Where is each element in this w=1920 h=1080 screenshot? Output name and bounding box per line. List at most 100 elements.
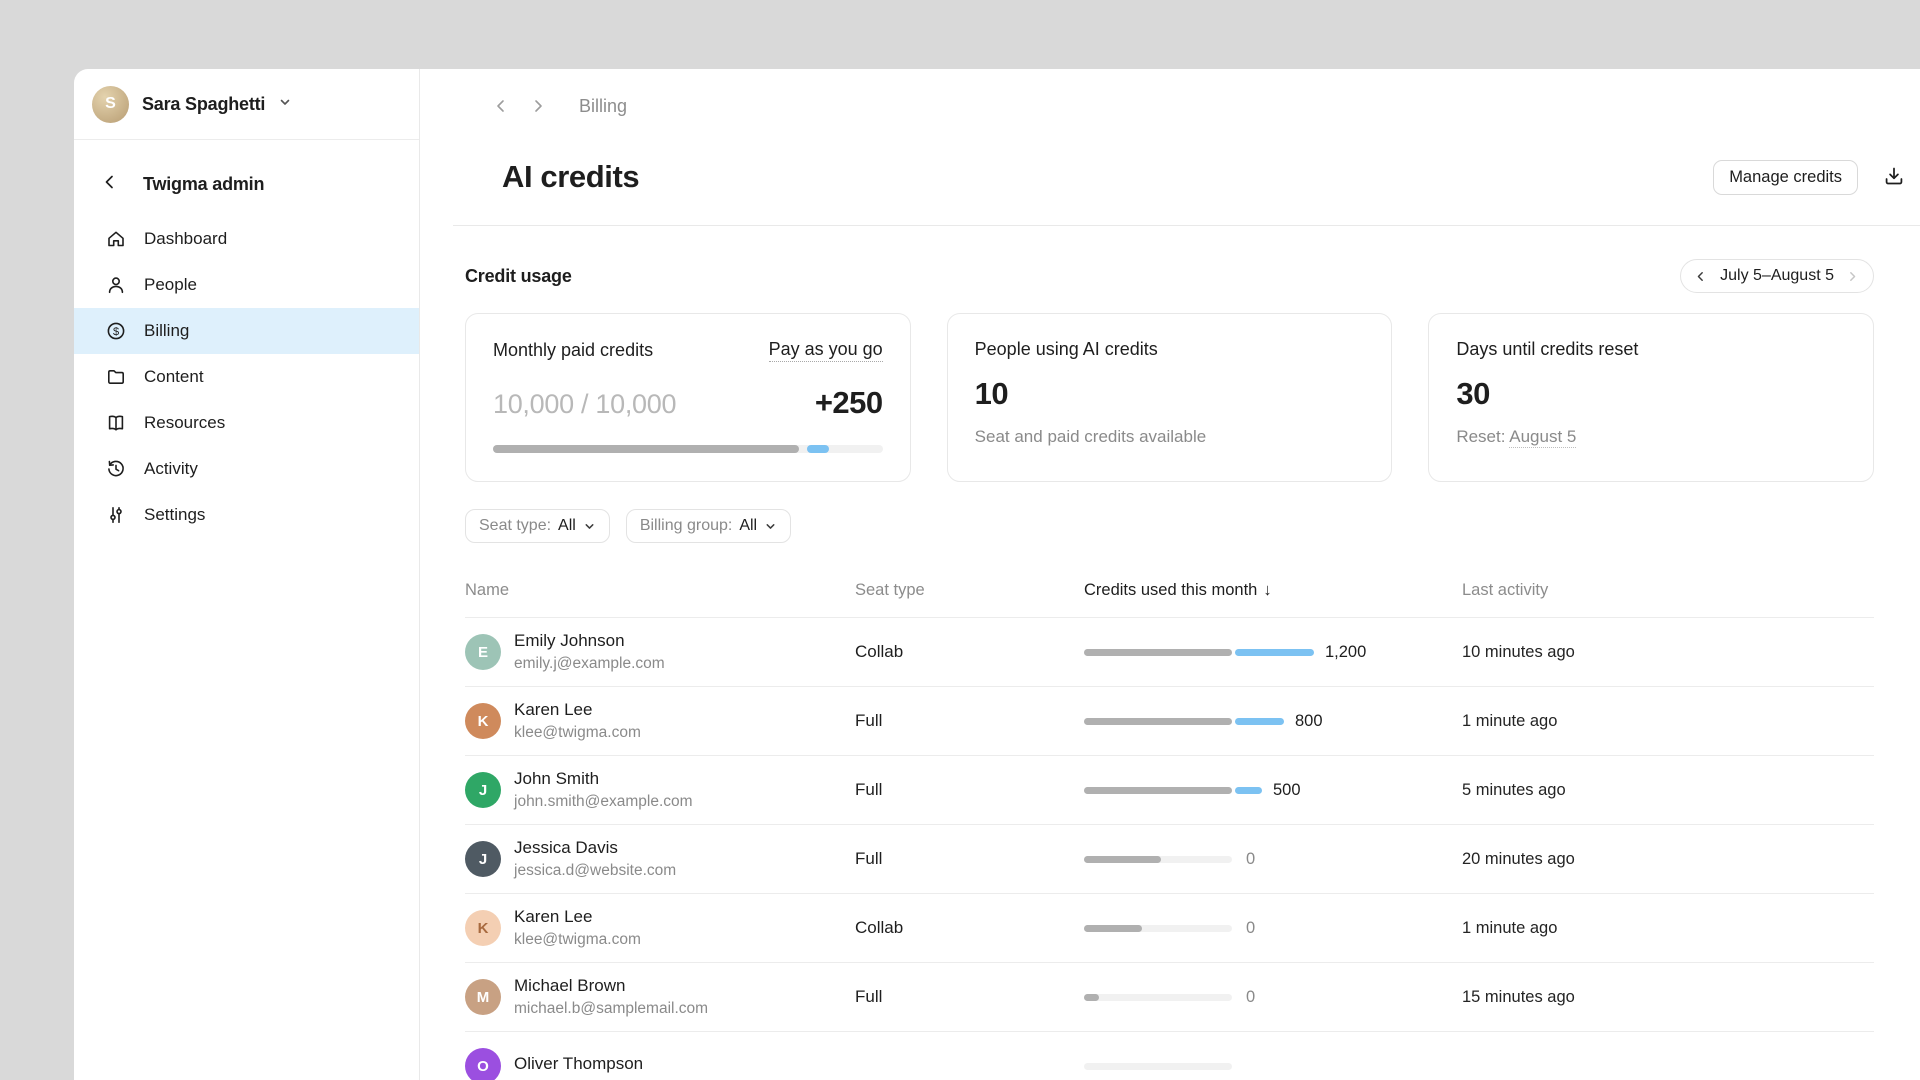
user-email: klee@twigma.com [514, 931, 641, 949]
credits-bar-seat-fill [1084, 787, 1232, 794]
card-days-until-reset: Days until credits reset 30 Reset: Augus… [1428, 313, 1874, 482]
pay-as-you-go-link[interactable]: Pay as you go [769, 339, 883, 362]
sidebar-item-content[interactable]: Content [74, 354, 419, 400]
sidebar-item-billing[interactable]: $ Billing [74, 308, 419, 354]
card-monthly-paid-credits: Monthly paid credits Pay as you go 10,00… [465, 313, 911, 482]
billing-group-filter[interactable]: Billing group: All [626, 509, 791, 543]
date-range-label: July 5–August 5 [1720, 267, 1834, 285]
table-row[interactable]: K Karen Lee klee@twigma.com Full [465, 687, 1874, 756]
user-name: Emily Johnson [514, 631, 665, 651]
sidebar-item-resources[interactable]: Resources [74, 400, 419, 446]
sidebar-item-label: Content [144, 367, 204, 387]
workspace-back-button[interactable]: Twigma admin [74, 162, 419, 206]
avatar: O [465, 1048, 501, 1080]
people-count: 10 [975, 376, 1365, 412]
progress-fill [493, 445, 799, 453]
progress-paygo-segment [807, 445, 828, 453]
seat-type: Collab [855, 918, 1084, 938]
credits-usage-ratio: 10,000 / 10,000 [493, 389, 676, 420]
table-row[interactable]: E Emily Johnson emily.j@example.com Coll… [465, 618, 1874, 687]
seat-type: Full [855, 711, 1084, 731]
card-subtext: Seat and paid credits available [975, 427, 1365, 447]
credits-bar [1084, 925, 1232, 932]
reset-date-link[interactable]: August 5 [1509, 427, 1576, 448]
page-title: AI credits [502, 159, 639, 195]
card-people-using-credits: People using AI credits 10 Seat and paid… [947, 313, 1393, 482]
app-window: S Sara Spaghetti Twigma admin Dashboard [74, 69, 1920, 1080]
chevron-right-icon[interactable] [1846, 269, 1860, 283]
nav-back-icon[interactable] [493, 97, 511, 115]
chevron-down-icon [278, 95, 292, 114]
chevron-left-icon [101, 173, 123, 195]
credits-bar [1084, 994, 1232, 1001]
credits-bar [1084, 856, 1232, 863]
chevron-left-icon[interactable] [1694, 269, 1708, 283]
user-name: Karen Lee [514, 907, 641, 927]
user-email: jessica.d@website.com [514, 862, 676, 880]
table-header: Name Seat type Credits used this month↓ … [465, 581, 1874, 618]
table-body: E Emily Johnson emily.j@example.com Coll… [465, 618, 1874, 1080]
person-icon [105, 274, 127, 296]
credits-bar-paid-segment [1235, 787, 1262, 794]
nav-forward-icon[interactable] [530, 97, 548, 115]
credits-bar-seat-fill [1084, 649, 1232, 656]
filter-label: Seat type: [479, 517, 551, 535]
user-email: john.smith@example.com [514, 793, 693, 811]
credits-bar-paid-segment [1235, 649, 1314, 656]
table-row[interactable]: K Karen Lee klee@twigma.com Collab [465, 894, 1874, 963]
main-content: Billing AI credits Manage credits Credit… [420, 69, 1920, 1080]
breadcrumb-label: Billing [579, 96, 627, 117]
credits-bar [1084, 787, 1232, 794]
user-name: Jessica Davis [514, 838, 676, 858]
folder-icon [105, 366, 127, 388]
sidebar-item-activity[interactable]: Activity [74, 446, 419, 492]
column-last-activity[interactable]: Last activity [1462, 581, 1874, 600]
credits-bar [1084, 718, 1232, 725]
credits-bar-seat-fill [1084, 856, 1161, 863]
last-activity: 5 minutes ago [1462, 781, 1874, 800]
avatar: M [465, 979, 501, 1015]
seat-type: Collab [855, 642, 1084, 662]
avatar: K [465, 910, 501, 946]
avatar: K [465, 703, 501, 739]
user-email: klee@twigma.com [514, 724, 641, 742]
filter-label: Billing group: [640, 517, 733, 535]
column-name[interactable]: Name [465, 581, 855, 600]
sidebar-item-people[interactable]: People [74, 262, 419, 308]
book-icon [105, 412, 127, 434]
svg-text:$: $ [113, 326, 119, 338]
column-credits-used[interactable]: Credits used this month↓ [1084, 581, 1462, 600]
table-row[interactable]: J Jessica Davis jessica.d@website.com Fu… [465, 825, 1874, 894]
credits-bar-seat-fill [1084, 994, 1099, 1001]
sidebar-item-label: Activity [144, 459, 198, 479]
user-name: Oliver Thompson [514, 1054, 643, 1074]
credits-bar [1084, 1063, 1232, 1070]
sidebar-item-settings[interactable]: Settings [74, 492, 419, 538]
sidebar: S Sara Spaghetti Twigma admin Dashboard [74, 69, 420, 1080]
download-icon[interactable] [1882, 165, 1906, 189]
home-icon [105, 228, 127, 250]
sidebar-item-label: People [144, 275, 197, 295]
credits-table: Name Seat type Credits used this month↓ … [465, 581, 1874, 1080]
card-title: People using AI credits [975, 339, 1158, 360]
last-activity: 15 minutes ago [1462, 988, 1874, 1007]
workspace-name: Twigma admin [143, 174, 264, 195]
user-menu[interactable]: S Sara Spaghetti [74, 69, 419, 140]
date-range-picker[interactable]: July 5–August 5 [1680, 259, 1874, 293]
user-name: John Smith [514, 769, 693, 789]
table-row[interactable]: M Michael Brown michael.b@samplemail.com… [465, 963, 1874, 1032]
seat-type-filter[interactable]: Seat type: All [465, 509, 610, 543]
manage-credits-button[interactable]: Manage credits [1713, 160, 1858, 195]
table-row[interactable]: J John Smith john.smith@example.com Full [465, 756, 1874, 825]
user-email: michael.b@samplemail.com [514, 1000, 708, 1018]
table-row[interactable]: O Oliver Thompson [465, 1032, 1874, 1080]
last-activity: 20 minutes ago [1462, 850, 1874, 869]
section-title: Credit usage [465, 266, 572, 287]
user-email: emily.j@example.com [514, 655, 665, 673]
avatar: E [465, 634, 501, 670]
sidebar-item-dashboard[interactable]: Dashboard [74, 216, 419, 262]
dollar-circle-icon: $ [105, 320, 127, 342]
column-seat-type[interactable]: Seat type [855, 581, 1084, 600]
sidebar-item-label: Dashboard [144, 229, 227, 249]
credits-bar-seat-fill [1084, 718, 1232, 725]
